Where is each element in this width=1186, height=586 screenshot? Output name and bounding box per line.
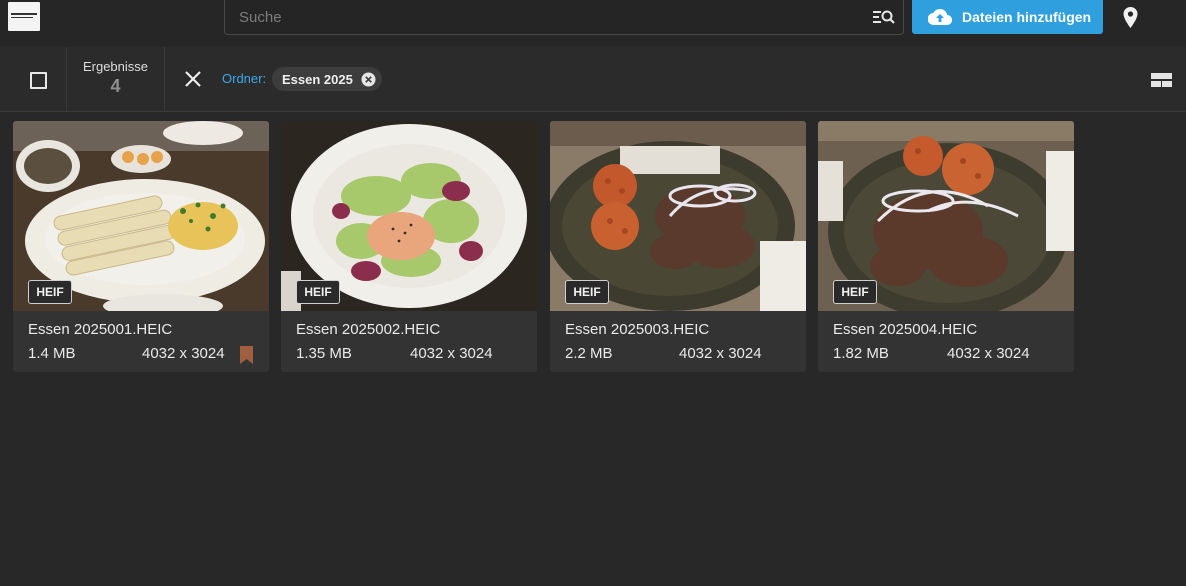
file-size: 1.35 MB	[296, 345, 352, 362]
file-size: 1.4 MB	[28, 345, 76, 362]
search-input[interactable]	[237, 0, 861, 35]
results-summary: Ergebnisse 4	[67, 47, 165, 111]
file-card[interactable]: HEIF Essen 2025003.HEIC 2.2 MB 4032 x 30…	[550, 121, 806, 372]
format-badge: HEIF	[28, 280, 72, 304]
search-bar[interactable]	[224, 0, 904, 35]
cloud-upload-icon	[928, 8, 952, 26]
format-badge: HEIF	[565, 280, 609, 304]
bookmark-icon[interactable]	[240, 346, 253, 364]
filter-toolbar: Ergebnisse 4 Ordner: Essen 2025	[0, 47, 1186, 112]
close-icon[interactable]	[183, 69, 203, 89]
file-size: 2.2 MB	[565, 345, 613, 362]
file-card[interactable]: HEIF Essen 2025001.HEIC 1.4 MB 4032 x 30…	[13, 121, 269, 372]
file-dimensions: 4032 x 3024	[679, 345, 762, 362]
file-card[interactable]: HEIF Essen 2025002.HEIC 1.35 MB 4032 x 3…	[281, 121, 537, 372]
file-dimensions: 4032 x 3024	[142, 345, 225, 362]
file-card[interactable]: HEIF Essen 2025004.HEIC 1.82 MB 4032 x 3…	[818, 121, 1074, 372]
top-bar: Dateien hinzufügen	[0, 0, 1186, 46]
format-badge: HEIF	[833, 280, 877, 304]
results-label: Ergebnisse	[82, 59, 149, 74]
logo[interactable]	[8, 2, 40, 31]
logo-mark	[11, 13, 37, 15]
logo-mark	[11, 17, 33, 18]
file-dimensions: 4032 x 3024	[410, 345, 493, 362]
file-name: Essen 2025001.HEIC	[28, 321, 173, 338]
add-files-button[interactable]: Dateien hinzufügen	[912, 0, 1103, 34]
select-all-checkbox[interactable]	[0, 47, 67, 111]
file-name: Essen 2025003.HEIC	[565, 321, 710, 338]
view-toggle-icon[interactable]	[1151, 73, 1172, 87]
folder-chip-label: Essen 2025	[282, 71, 353, 87]
add-files-label: Dateien hinzufügen	[962, 9, 1092, 25]
file-dimensions: 4032 x 3024	[947, 345, 1030, 362]
search-options-icon[interactable]	[873, 9, 895, 25]
file-name: Essen 2025004.HEIC	[833, 321, 978, 338]
file-size: 1.82 MB	[833, 345, 889, 362]
folder-filter-chip[interactable]: Essen 2025	[272, 67, 382, 91]
folder-filter-label: Ordner:	[222, 71, 267, 86]
checkbox-icon	[30, 72, 47, 89]
results-count: 4	[110, 76, 121, 96]
format-badge: HEIF	[296, 280, 340, 304]
chip-remove-icon[interactable]	[361, 72, 376, 87]
file-name: Essen 2025002.HEIC	[296, 321, 441, 338]
location-pin-icon[interactable]	[1122, 7, 1139, 28]
